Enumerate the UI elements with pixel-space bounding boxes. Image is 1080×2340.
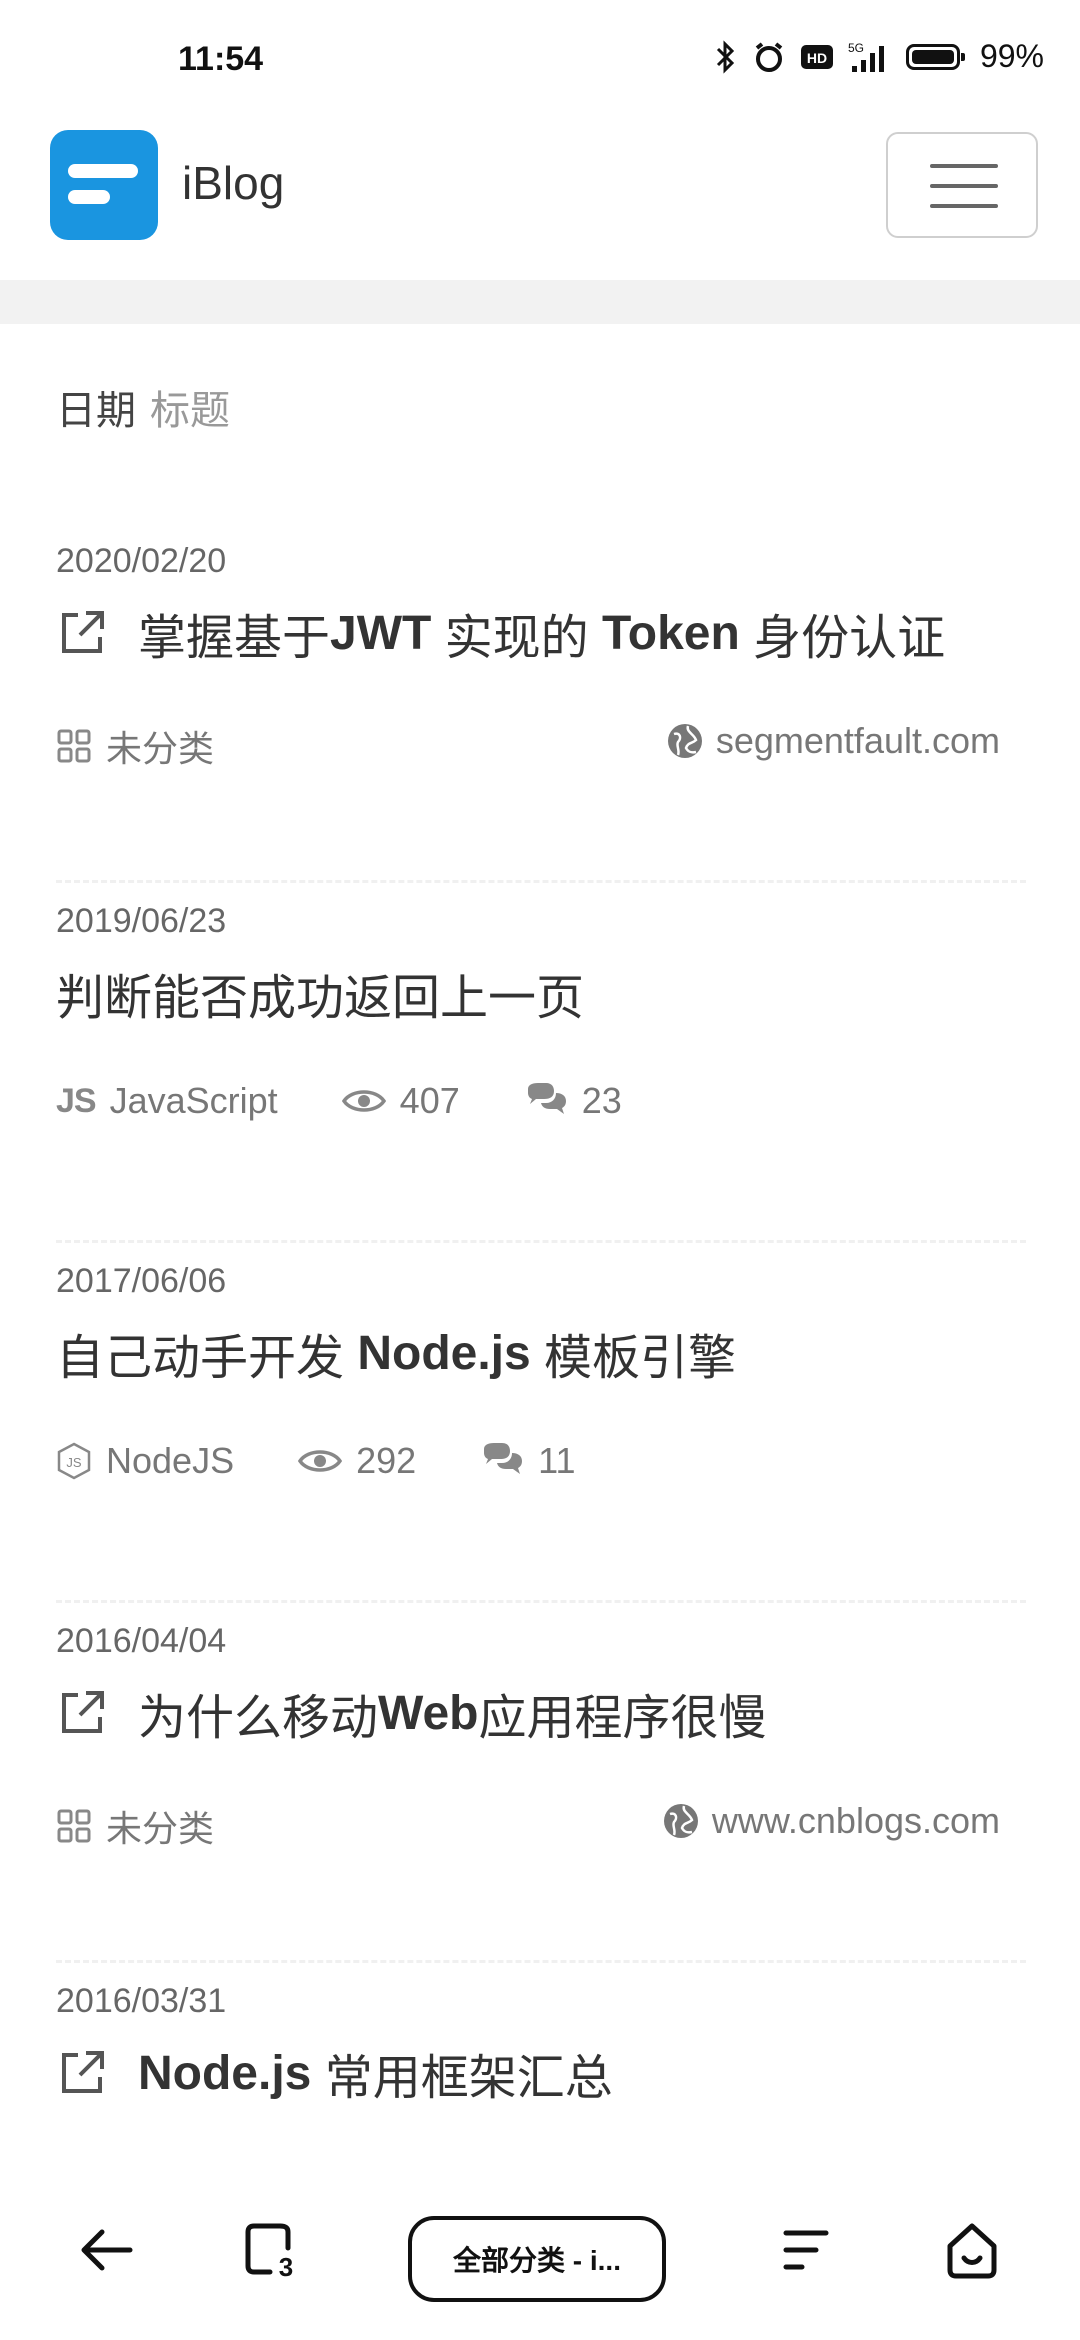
home-icon [947,2223,997,2279]
post-title[interactable]: 为什么移动 Web 应用程序很慢 [56,1678,766,1748]
hd-icon: HD [800,43,834,71]
menu-lines-icon [783,2230,829,2270]
post-views: 407 [341,1080,460,1122]
svg-text:JS: JS [66,1455,82,1470]
home-button[interactable] [932,2210,1012,2290]
svg-text:3: 3 [279,2252,293,2282]
post-source[interactable]: www.cnblogs.com [662,1800,1000,1842]
post-date: 2016/04/04 [56,1622,227,1660]
post-category[interactable]: JS JavaScript [56,1080,278,1122]
svg-text:5G: 5G [848,41,864,55]
post-meta: 未分类 [56,720,278,772]
list-item[interactable]: 2017/06/06 自己动手开发 Node.js 模板引擎 JS NodeJS… [56,1240,1026,1603]
eye-icon [298,1450,343,1472]
post-category[interactable]: JS NodeJS [56,1440,234,1482]
comments-icon [484,1443,523,1474]
post-title[interactable]: Node.js 常用框架汇总 [56,2038,613,2108]
site-header: iBlog [0,92,1080,281]
alarm-icon [752,40,786,74]
post-source[interactable]: segmentfault.com [666,720,1000,762]
post-title[interactable]: 自己动手开发 Node.js 模板引擎 [56,1318,736,1388]
post-comments[interactable]: 23 [524,1080,622,1122]
globe-icon [663,1804,698,1838]
status-bar: 11:54 HD 5G 99% [0,0,1080,92]
status-icons: HD 5G 99% [712,38,1044,75]
post-category[interactable]: 未分类 [56,720,214,772]
javascript-icon: JS [56,1081,97,1120]
blog-logo[interactable] [50,130,158,240]
nodejs-icon: JS [57,1442,91,1480]
eye-icon [341,1090,386,1112]
browser-bottom-bar: 3 全部分类 - i... [0,2180,1080,2340]
post-meta: 未分类 [56,1800,278,1852]
external-link-icon [62,611,104,653]
sort-by-date[interactable]: 日期 [56,389,136,433]
back-button[interactable] [66,2210,146,2290]
post-date: 2017/06/06 [56,1262,227,1300]
post-meta: JS JavaScript 407 23 [56,1080,686,1122]
sort-by-title[interactable]: 标题 [150,389,230,433]
post-category[interactable]: 未分类 [56,1800,214,1852]
post-title[interactable]: 掌握基于 JWT 实现的 Token 身份认证 [56,598,945,668]
post-date: 2019/06/23 [56,902,227,940]
post-meta: JS NodeJS 292 11 [56,1440,640,1482]
post-date: 2020/02/20 [56,542,227,580]
list-item[interactable]: 2019/06/23 判断能否成功返回上一页 JS JavaScript 407… [56,880,1026,1243]
tabs-icon: 3 [245,2223,293,2282]
category-grid-icon [57,1809,91,1843]
menu-toggle-button[interactable] [886,132,1038,238]
tabs-button[interactable]: 3 [232,2210,312,2290]
list-item[interactable]: 2016/03/31 Node.js 常用框架汇总 [56,1960,1026,2160]
brand-name[interactable]: iBlog [182,156,284,210]
current-tab-pill[interactable]: 全部分类 - i... [408,2216,666,2302]
external-link-icon [62,1691,104,1733]
battery-percent: 99% [979,38,1044,74]
bluetooth-icon [712,39,738,74]
comments-icon [527,1083,566,1114]
post-comments[interactable]: 11 [480,1440,576,1482]
hamburger-icon [930,164,998,168]
battery-icon [905,43,965,70]
globe-icon [667,724,702,758]
list-item[interactable]: 2020/02/20 掌握基于 JWT 实现的 Token 身份认证 未分类 s… [56,520,1026,883]
list-item[interactable]: 2016/04/04 为什么移动 Web 应用程序很慢 未分类 www.cnblog… [56,1600,1026,1963]
svg-text:HD: HD [807,50,827,66]
sort-options: 日期 标题 [56,378,230,436]
post-views: 292 [298,1440,416,1482]
category-grid-icon [57,729,91,763]
status-time: 11:54 [178,40,264,78]
signal-5g-icon: 5G [848,40,892,74]
post-date: 2016/03/31 [56,1982,227,2020]
post-title[interactable]: 判断能否成功返回上一页 [56,958,584,1028]
menu-button[interactable] [764,2210,844,2290]
back-arrow-icon [81,2229,133,2271]
divider-band [0,280,1080,324]
external-link-icon [62,2051,104,2093]
